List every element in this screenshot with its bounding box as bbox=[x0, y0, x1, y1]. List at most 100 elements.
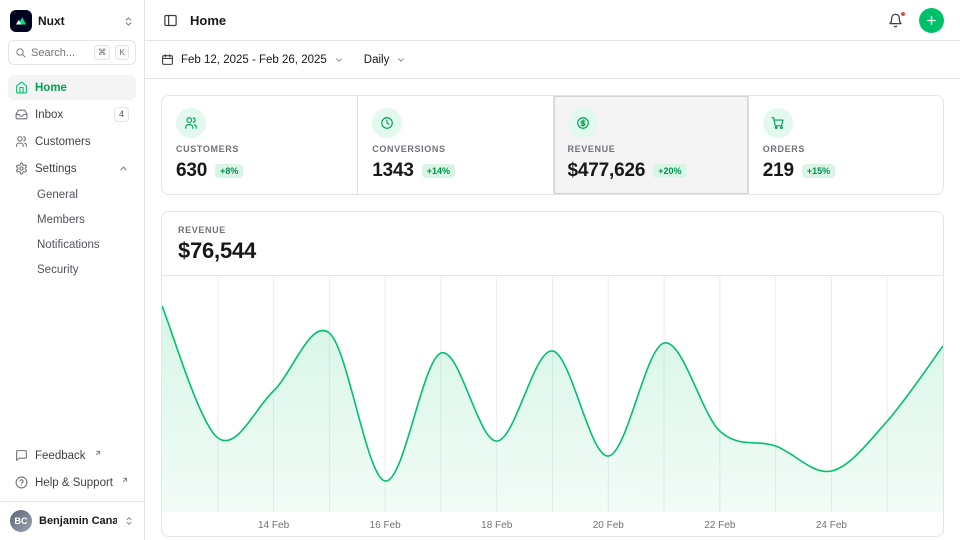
chevron-down-icon bbox=[334, 55, 344, 65]
svg-text:16 Feb: 16 Feb bbox=[370, 520, 402, 531]
help-circle-icon bbox=[15, 476, 28, 489]
stat-card-conversions[interactable]: CONVERSIONS 1343 +14% bbox=[357, 96, 552, 194]
date-range-picker[interactable]: Feb 12, 2025 - Feb 26, 2025 bbox=[161, 53, 344, 66]
sidebar-item-members[interactable]: Members bbox=[8, 208, 136, 231]
dollar-circle-icon bbox=[568, 108, 598, 138]
sidebar-item-label: Help & Support bbox=[35, 477, 113, 489]
sidebar-sub-label: Security bbox=[37, 264, 79, 276]
page-header: Home bbox=[145, 0, 960, 41]
inbox-count-badge: 4 bbox=[114, 107, 129, 123]
stat-label: CONVERSIONS bbox=[372, 144, 538, 154]
stat-value: 630 bbox=[176, 160, 207, 182]
stat-label: CUSTOMERS bbox=[176, 144, 343, 154]
revenue-chart-card: REVENUE $76,544 14 Feb 16 Feb 18 Feb 20 Feb… bbox=[161, 211, 944, 537]
sidebar-item-notifications[interactable]: Notifications bbox=[8, 233, 136, 256]
sidebar-item-general[interactable]: General bbox=[8, 183, 136, 206]
inbox-icon bbox=[15, 108, 28, 121]
svg-text:18 Feb: 18 Feb bbox=[481, 520, 513, 531]
stat-delta-badge: +14% bbox=[422, 164, 455, 178]
svg-text:14 Feb: 14 Feb bbox=[258, 520, 290, 531]
stat-value: 219 bbox=[763, 160, 794, 182]
revenue-chart-header: REVENUE $76,544 bbox=[162, 212, 943, 276]
panel-left-icon bbox=[163, 13, 178, 28]
svg-text:20 Feb: 20 Feb bbox=[593, 520, 625, 531]
workspace-selector[interactable]: Nuxt bbox=[0, 0, 144, 40]
clock-icon bbox=[372, 108, 402, 138]
filter-toolbar: Feb 12, 2025 - Feb 26, 2025 Daily bbox=[145, 41, 960, 79]
date-range-label: Feb 12, 2025 - Feb 26, 2025 bbox=[181, 54, 327, 66]
sidebar-item-home[interactable]: Home bbox=[8, 75, 136, 100]
stat-delta-badge: +15% bbox=[802, 164, 835, 178]
users-icon bbox=[176, 108, 206, 138]
gear-icon bbox=[15, 162, 28, 175]
svg-text:22 Feb: 22 Feb bbox=[704, 520, 736, 531]
revenue-chart-svg: 14 Feb 16 Feb 18 Feb 20 Feb 22 Feb 24 Feb bbox=[162, 276, 943, 536]
search-icon bbox=[15, 47, 26, 58]
revenue-chart-area: 14 Feb 16 Feb 18 Feb 20 Feb 22 Feb 24 Feb bbox=[162, 276, 943, 536]
sidebar-item-label: Customers bbox=[35, 136, 91, 148]
avatar: BC bbox=[10, 510, 32, 532]
stat-value: $477,626 bbox=[568, 160, 646, 182]
sidebar-item-security[interactable]: Security bbox=[8, 258, 136, 281]
notification-dot bbox=[900, 11, 906, 17]
page-content: CUSTOMERS 630 +8% CONVERSIONS 1343 +14% bbox=[145, 79, 960, 540]
sidebar-item-label: Inbox bbox=[35, 109, 63, 121]
chevrons-up-down-icon bbox=[124, 516, 134, 526]
kbd-k: K bbox=[115, 45, 129, 59]
granularity-select[interactable]: Daily bbox=[364, 54, 407, 66]
stat-card-customers[interactable]: CUSTOMERS 630 +8% bbox=[162, 96, 357, 194]
sidebar: Nuxt Search... ⌘ K Home bbox=[0, 0, 145, 540]
sidebar-item-inbox[interactable]: Inbox 4 bbox=[8, 102, 136, 127]
header-actions bbox=[886, 8, 944, 33]
cart-icon bbox=[763, 108, 793, 138]
user-name: Benjamin Canac bbox=[39, 515, 117, 527]
sidebar-sub-label: General bbox=[37, 189, 78, 201]
revenue-chart-value: $76,544 bbox=[178, 238, 927, 264]
external-link-icon bbox=[94, 449, 102, 457]
stat-label: ORDERS bbox=[763, 144, 929, 154]
sidebar-item-label: Home bbox=[35, 82, 67, 94]
calendar-icon bbox=[161, 53, 174, 66]
sidebar-item-help-support[interactable]: Help & Support bbox=[8, 470, 136, 495]
revenue-chart-label: REVENUE bbox=[178, 225, 927, 235]
sidebar-nav: Home Inbox 4 Customers Settings bbox=[0, 75, 144, 281]
home-icon bbox=[15, 81, 28, 94]
stat-label: REVENUE bbox=[568, 144, 734, 154]
chevron-up-icon bbox=[118, 163, 129, 174]
search-input[interactable]: Search... ⌘ K bbox=[8, 40, 136, 65]
stat-card-revenue[interactable]: REVENUE $477,626 +20% bbox=[553, 96, 748, 194]
main-area: Home Feb 12, 2 bbox=[145, 0, 960, 540]
users-icon bbox=[15, 135, 28, 148]
chevrons-up-down-icon bbox=[123, 16, 134, 27]
sidebar-item-settings[interactable]: Settings bbox=[8, 156, 136, 181]
page-title: Home bbox=[190, 13, 226, 28]
notifications-button[interactable] bbox=[886, 11, 905, 30]
external-link-icon bbox=[121, 476, 129, 484]
stat-delta-badge: +8% bbox=[215, 164, 243, 178]
granularity-label: Daily bbox=[364, 54, 390, 66]
sidebar-item-customers[interactable]: Customers bbox=[8, 129, 136, 154]
stat-delta-badge: +20% bbox=[653, 164, 686, 178]
sidebar-spacer bbox=[0, 281, 144, 443]
stat-card-orders[interactable]: ORDERS 219 +15% bbox=[748, 96, 943, 194]
add-button[interactable] bbox=[919, 8, 944, 33]
sidebar-footer: Feedback Help & Support bbox=[0, 443, 144, 501]
sidebar-sub-label: Notifications bbox=[37, 239, 100, 251]
kbd-cmd: ⌘ bbox=[94, 45, 111, 59]
nuxt-logo-icon bbox=[10, 10, 32, 32]
svg-text:24 Feb: 24 Feb bbox=[816, 520, 848, 531]
sidebar-item-feedback[interactable]: Feedback bbox=[8, 443, 136, 468]
search-placeholder: Search... bbox=[31, 47, 89, 59]
plus-icon bbox=[925, 14, 938, 27]
sidebar-item-label: Feedback bbox=[35, 450, 86, 462]
user-menu[interactable]: BC Benjamin Canac bbox=[0, 501, 144, 540]
stats-row: CUSTOMERS 630 +8% CONVERSIONS 1343 +14% bbox=[161, 95, 944, 195]
chat-bubble-icon bbox=[15, 449, 28, 462]
sidebar-sub-label: Members bbox=[37, 214, 85, 226]
app-root: Nuxt Search... ⌘ K Home bbox=[0, 0, 960, 540]
chevron-down-icon bbox=[396, 55, 406, 65]
sidebar-collapse-button[interactable] bbox=[161, 11, 180, 30]
sidebar-item-label: Settings bbox=[35, 163, 77, 175]
workspace-name: Nuxt bbox=[38, 14, 117, 28]
stat-value: 1343 bbox=[372, 160, 414, 182]
